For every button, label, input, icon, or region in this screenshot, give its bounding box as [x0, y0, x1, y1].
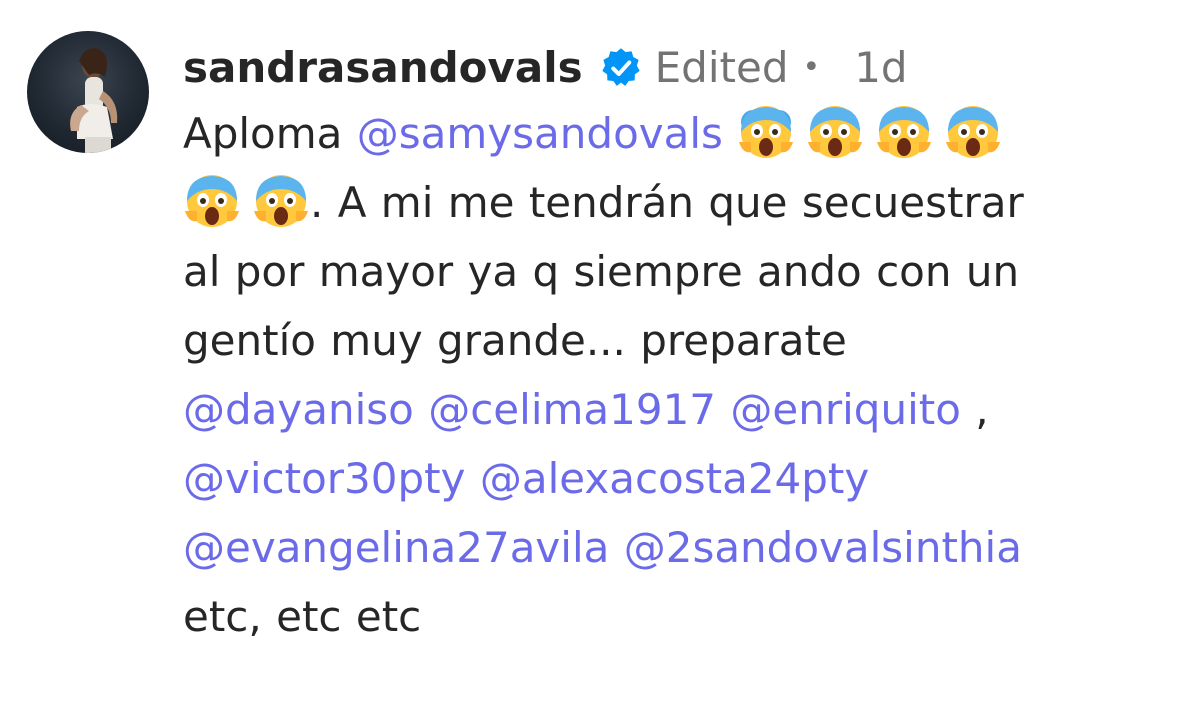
text-segment: . A mi me tendrán que secuestrar: [310, 178, 1024, 227]
face-screaming-in-fear-icon: [737, 102, 795, 160]
comment-body: sandrasandovals Edited • 1d Aploma @samy…: [183, 38, 1173, 651]
text-line-1: Aploma @samysandovals: [183, 99, 1173, 168]
avatar[interactable]: [27, 31, 149, 153]
mention-alexacosta24pty[interactable]: @alexacosta24pty: [480, 454, 869, 503]
face-screaming-in-fear-icon: [183, 171, 241, 229]
username[interactable]: sandrasandovals: [183, 38, 583, 98]
face-screaming-in-fear-icon: [806, 102, 864, 160]
edited-label: Edited: [654, 43, 789, 92]
mention-2sandovalsinthia[interactable]: @2sandovalsinthia: [624, 523, 1022, 572]
text-line-2: . A mi me tendrán que secuestrar: [183, 168, 1173, 237]
mention-victor30pty[interactable]: @victor30pty: [183, 454, 465, 503]
face-screaming-in-fear-icon: [875, 102, 933, 160]
text-line-8: etc, etc etc: [183, 592, 422, 641]
text-line-4: gentío muy grande... preparate: [183, 316, 847, 365]
text-line-6: @victor30pty @alexacosta24pty: [183, 444, 1173, 513]
mention-samysandovals[interactable]: @samysandovals: [357, 109, 723, 158]
comment-text: Aploma @samysandovals . A mi me tendrán …: [183, 99, 1173, 651]
mention-dayaniso[interactable]: @dayaniso: [183, 385, 414, 434]
face-screaming-in-fear-icon: [944, 102, 1002, 160]
text-line-3: al por mayor ya q siempre ando con un: [183, 247, 1020, 296]
text-line-5: @dayaniso @celima1917 @enriquito ,: [183, 375, 1173, 444]
timestamp[interactable]: 1d: [854, 38, 907, 98]
separator-dot: •: [802, 50, 821, 85]
verified-badge-icon: [599, 46, 643, 90]
comment: sandrasandovals Edited • 1d Aploma @samy…: [0, 0, 1200, 710]
text-segment: Aploma: [183, 109, 343, 158]
mention-evangelina27avila[interactable]: @evangelina27avila: [183, 523, 609, 572]
comment-header: sandrasandovals Edited • 1d: [183, 38, 1173, 98]
text-line-7: @evangelina27avila @2sandovalsinthia: [183, 513, 1173, 582]
face-screaming-in-fear-icon: [252, 171, 310, 229]
mention-celima1917[interactable]: @celima1917: [428, 385, 716, 434]
mention-enriquito[interactable]: @enriquito: [730, 385, 961, 434]
text-segment: ,: [975, 385, 989, 434]
